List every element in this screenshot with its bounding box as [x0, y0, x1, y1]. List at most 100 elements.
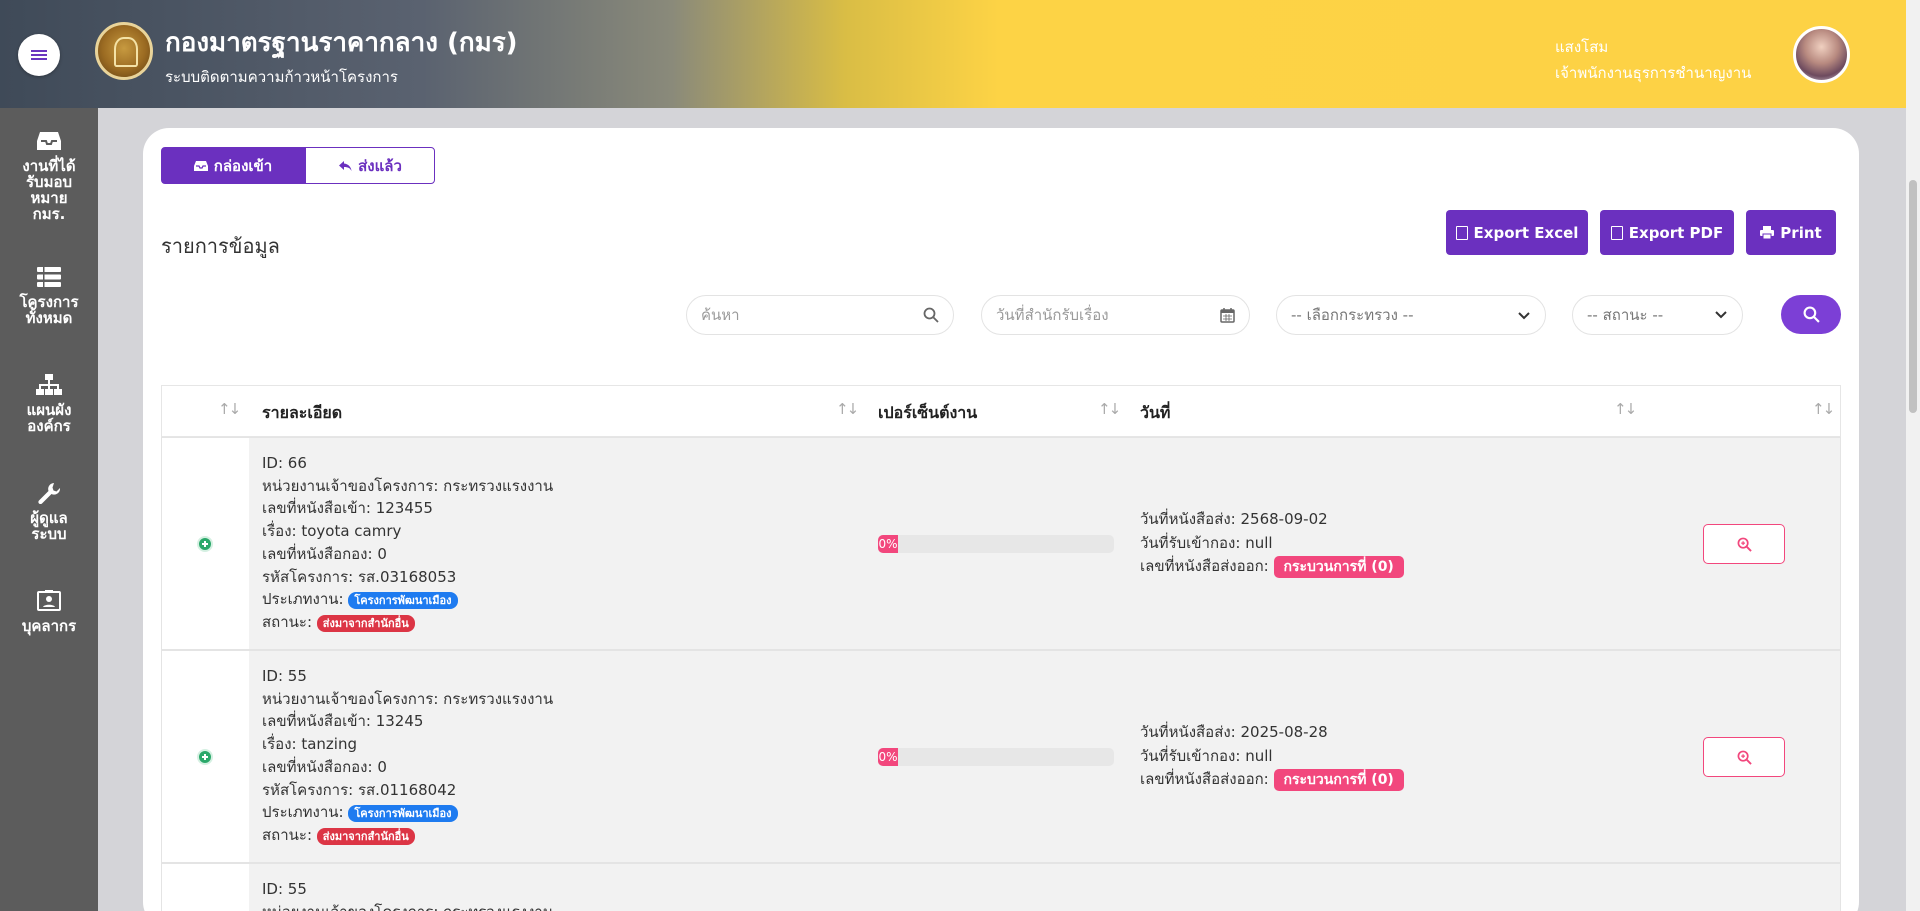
- sort-icon[interactable]: ↑↓: [1614, 400, 1637, 418]
- progress-fill: 0%: [878, 535, 898, 553]
- user-avatar[interactable]: [1793, 26, 1850, 83]
- label: เลขที่หนังสือเข้า:: [262, 499, 376, 518]
- type-badge: โครงการพัฒนาเมือง: [348, 805, 458, 823]
- row-dates: วันที่หนังสือส่ง: 2025-08-28 วันที่รับเข…: [1140, 721, 1404, 792]
- value: toyota camry: [301, 522, 402, 541]
- inbox-icon: [37, 132, 61, 150]
- value: กระทรวงแรงงาน: [443, 903, 553, 911]
- status-select-value: -- สถานะ --: [1587, 306, 1664, 324]
- tab-inbox[interactable]: กล่องเข้า: [161, 147, 305, 184]
- label: เรื่อง:: [262, 522, 302, 541]
- file-excel-icon: [1455, 225, 1468, 240]
- date-line-received: วันที่รับเข้ากอง: null: [1140, 532, 1404, 556]
- detail-line-owner: หน่วยงานเจ้าของโครงการ: กระทรวงแรงงาน: [262, 475, 553, 498]
- user-role: เจ้าพนักงานธุรการชำนาญงาน: [1555, 64, 1752, 82]
- received-date-field[interactable]: วันที่สำนักรับเรื่อง: [981, 295, 1250, 335]
- label: หน่วยงานเจ้าของโครงการ:: [262, 903, 443, 911]
- export-excel-label: Export Excel: [1473, 223, 1579, 242]
- tab-sent[interactable]: ส่งแล้ว: [305, 147, 435, 184]
- tab-inbox-label: กล่องเข้า: [213, 156, 273, 175]
- label: วันที่หนังสือส่ง:: [1140, 510, 1241, 528]
- detail-line-subject: เรื่อง: toyota camry: [262, 520, 553, 543]
- user-name: แสงโสม: [1555, 38, 1609, 56]
- column-header-percent[interactable]: เปอร์เซ็นต์งาน: [878, 401, 977, 426]
- page-scrollbar[interactable]: [1906, 0, 1920, 911]
- export-excel-button[interactable]: Export Excel: [1446, 210, 1588, 255]
- detail-line-type: ประเภทงาน: โครงการพัฒนาเมือง: [262, 588, 553, 611]
- value: 55: [287, 667, 307, 685]
- date-line-received: วันที่รับเข้ากอง: null: [1140, 745, 1404, 769]
- label: เลขที่หนังสือกอง:: [262, 757, 378, 776]
- sort-icon[interactable]: ↑↓: [1812, 400, 1835, 418]
- search-icon: [923, 307, 939, 323]
- sort-icon[interactable]: ↑↓: [1098, 400, 1121, 418]
- hamburger-icon: [31, 48, 47, 62]
- sitemap-icon: [36, 374, 62, 395]
- value: null: [1245, 746, 1273, 765]
- column-header-date[interactable]: วันที่: [1140, 401, 1170, 426]
- view-detail-button[interactable]: [1703, 737, 1785, 777]
- progress-bar: 0%: [878, 535, 1114, 553]
- value: 66: [287, 454, 307, 472]
- print-button[interactable]: Print: [1746, 210, 1836, 255]
- label: หน่วยงานเจ้าของโครงการ:: [262, 689, 444, 708]
- detail-line-division-no: เลขที่หนังสือกอง: 0: [262, 543, 553, 566]
- chevron-down-icon: [1715, 311, 1727, 319]
- value: 2025-08-28: [1240, 723, 1328, 741]
- mailbox-tabs: กล่องเข้า ส่งแล้ว: [161, 147, 435, 184]
- detail-line-project-code: รหัสโครงการ: รส.01168042: [262, 779, 553, 802]
- detail-line-id: ID: 66: [262, 452, 553, 475]
- table-row: ID: 55 หน่วยงานเจ้าของโครงการ: กระทรวงแร…: [161, 650, 1841, 863]
- ministry-select[interactable]: -- เลือกกระทรวง --: [1276, 295, 1546, 335]
- detail-line-project-code: รหัสโครงการ: รส.03168053: [262, 566, 553, 589]
- section-title: รายการข้อมูล: [161, 234, 280, 258]
- sidebar-item-label: แผนผังองค์กร: [26, 401, 72, 435]
- calendar-icon: [1220, 308, 1235, 323]
- org-title: กองมาตรฐานราคากลาง (กมร): [165, 28, 518, 58]
- date-line-send: วันที่หนังสือส่ง: 2568-09-02: [1140, 508, 1404, 532]
- value: 0: [377, 757, 387, 776]
- label: วันที่รับเข้ากอง:: [1140, 746, 1246, 765]
- search-input[interactable]: ค้นหา: [686, 295, 954, 335]
- sidebar-item-all-projects[interactable]: โครงการทั้งหมด: [0, 266, 98, 326]
- status-select[interactable]: -- สถานะ --: [1572, 295, 1743, 335]
- date-placeholder: วันที่สำนักรับเรื่อง: [996, 306, 1109, 324]
- scrollbar-thumb[interactable]: [1909, 180, 1917, 413]
- row-detail: ID: 66 หน่วยงานเจ้าของโครงการ: กระทรวงแร…: [262, 452, 553, 634]
- sidebar-item-assigned-tasks[interactable]: งานที่ได้รับมอบหมาย กมร.: [0, 130, 98, 222]
- label: รหัสโครงการ:: [262, 567, 358, 586]
- progress-fill: 0%: [878, 748, 898, 766]
- sort-icon[interactable]: ↑↓: [836, 400, 859, 418]
- column-header-detail[interactable]: รายละเอียด: [262, 401, 342, 426]
- search-button[interactable]: [1781, 295, 1841, 334]
- value: 2568-09-02: [1240, 510, 1328, 528]
- row-detail: ID: 55 หน่วยงานเจ้าของโครงการ: กระทรวงแร…: [262, 665, 553, 847]
- list-icon: [37, 267, 61, 287]
- value: กระทรวงแรงงาน: [443, 476, 554, 495]
- sidebar-item-label: บุคลากร: [21, 617, 77, 635]
- value: กระทรวงแรงงาน: [443, 689, 554, 708]
- status-badge: ส่งมาจากสำนักอื่น: [316, 614, 415, 632]
- id-card-icon: [37, 590, 61, 611]
- menu-toggle-button[interactable]: [18, 34, 60, 76]
- detail-line-status: สถานะ: ส่งมาจากสำนักอื่น: [262, 824, 553, 847]
- sidebar: งานที่ได้รับมอบหมาย กมร. โครงการทั้งหมด …: [0, 108, 98, 911]
- sidebar-item-org-chart[interactable]: แผนผังองค์กร: [0, 374, 98, 434]
- expand-row-icon[interactable]: [197, 536, 213, 552]
- label: ID:: [262, 667, 288, 685]
- view-detail-button[interactable]: [1703, 524, 1785, 564]
- export-pdf-button[interactable]: Export PDF: [1600, 210, 1734, 255]
- value: รส.03168053: [357, 567, 457, 586]
- sort-icon[interactable]: ↑↓: [218, 400, 241, 418]
- expand-row-icon[interactable]: [197, 749, 213, 765]
- zoom-in-icon: [1737, 750, 1752, 765]
- top-header: กองมาตรฐานราคากลาง (กมร) ระบบติดตามความก…: [0, 0, 1920, 108]
- sidebar-item-personnel[interactable]: บุคลากร: [0, 590, 98, 634]
- label: ประเภทงาน:: [262, 590, 349, 609]
- value: 55: [287, 880, 307, 898]
- label: วันที่หนังสือส่ง:: [1140, 723, 1241, 741]
- sidebar-item-admin[interactable]: ผู้ดูแลระบบ: [0, 482, 98, 542]
- print-icon: [1760, 226, 1775, 239]
- export-pdf-label: Export PDF: [1628, 223, 1724, 242]
- label: เรื่อง:: [262, 735, 302, 754]
